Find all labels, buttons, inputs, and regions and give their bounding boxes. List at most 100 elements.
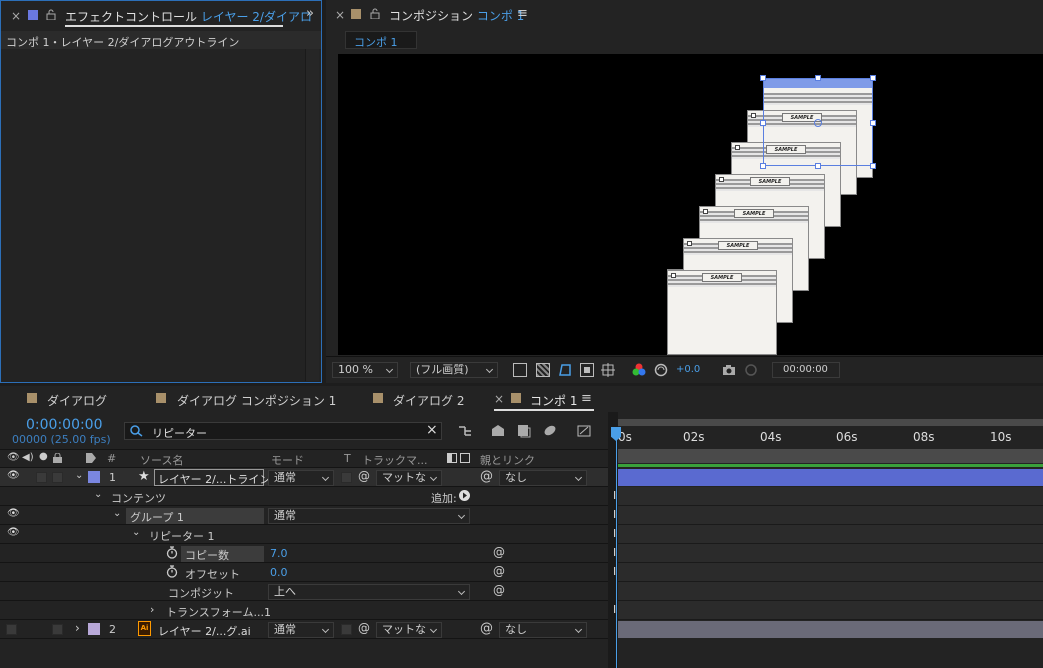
preserve-transparency[interactable] xyxy=(341,472,352,483)
lock-icon[interactable] xyxy=(46,9,56,20)
chevron-down-icon[interactable]: ⌄ xyxy=(75,470,83,481)
add-menu-icon[interactable] xyxy=(459,490,470,501)
lock-icon[interactable] xyxy=(53,453,62,463)
track-matte-dropdown[interactable]: マットな xyxy=(376,470,442,486)
lock-icon[interactable] xyxy=(370,8,380,19)
effect-panel-scrollbar[interactable] xyxy=(305,49,319,381)
solo-switch-icon[interactable]: ● xyxy=(39,451,48,462)
property-row[interactable] xyxy=(0,525,608,544)
tab-dialog[interactable]: ダイアログ xyxy=(47,392,107,409)
column-mode[interactable]: モード xyxy=(271,452,304,468)
search-input[interactable]: リピーター xyxy=(152,425,207,441)
video-switch-icon[interactable]: 👁 xyxy=(7,452,20,463)
transform-label[interactable]: トランスフォーム...1 xyxy=(166,604,271,620)
shy-layers-icon[interactable] xyxy=(516,423,532,438)
property-row[interactable] xyxy=(0,487,608,506)
chevron-down-icon[interactable]: ⌄ xyxy=(132,527,140,538)
quality-dropdown[interactable]: (フル画質) xyxy=(410,362,498,378)
layer-1-bar[interactable] xyxy=(618,469,1043,486)
transform-handle[interactable] xyxy=(760,75,766,81)
chevron-right-icon[interactable]: › xyxy=(75,621,80,635)
pick-whip-icon[interactable]: @ xyxy=(493,583,505,597)
transform-handle[interactable] xyxy=(870,120,876,126)
track-matte-dropdown[interactable]: マットな xyxy=(376,622,442,638)
column-track-matte[interactable]: トラックマ... xyxy=(362,452,428,468)
stopwatch-icon[interactable] xyxy=(166,546,178,559)
panel-menu-icon[interactable]: ≡ xyxy=(581,391,592,406)
comp-panel-title[interactable]: コンポジション コンポ 1 xyxy=(389,7,524,24)
parent-dropdown[interactable]: なし xyxy=(499,622,587,638)
solo-switch[interactable] xyxy=(52,624,63,635)
close-icon[interactable]: × xyxy=(11,9,21,23)
exposure-reset-icon[interactable] xyxy=(654,363,668,377)
pick-whip-icon[interactable]: @ xyxy=(493,545,505,559)
layer-label-color[interactable] xyxy=(88,471,100,483)
group-label[interactable]: グループ 1 xyxy=(130,509,184,525)
close-icon[interactable]: × xyxy=(335,8,345,22)
frame-blending-icon[interactable] xyxy=(542,423,558,438)
parent-dropdown[interactable]: なし xyxy=(499,470,587,486)
pick-whip-icon[interactable]: @ xyxy=(493,564,505,578)
pick-whip-icon[interactable]: @ xyxy=(480,621,493,636)
zoom-dropdown[interactable]: 100 % xyxy=(332,362,398,378)
column-source-name[interactable]: ソース名 xyxy=(140,452,183,468)
color-channels-icon[interactable] xyxy=(632,363,646,377)
transform-handle[interactable] xyxy=(815,75,821,81)
chevron-down-icon[interactable]: ⌄ xyxy=(94,489,102,500)
panel-menu-icon[interactable]: ≡ xyxy=(517,6,528,21)
transform-handle[interactable] xyxy=(815,163,821,169)
snapshot-camera-icon[interactable] xyxy=(722,364,736,376)
time-navigator[interactable] xyxy=(618,419,1043,426)
exposure-value[interactable]: +0.0 xyxy=(676,364,700,375)
chevron-down-icon[interactable]: ⌄ xyxy=(113,508,121,519)
panel-overflow-icon[interactable]: » xyxy=(306,6,314,21)
clear-search-icon[interactable]: × xyxy=(426,422,438,438)
column-t[interactable]: T xyxy=(344,452,351,465)
effect-panel-title[interactable]: エフェクトコントロール レイヤー 2/ダイアロ xyxy=(65,8,312,25)
transform-handle[interactable] xyxy=(870,163,876,169)
composite-dropdown[interactable]: 上へ xyxy=(268,584,470,600)
mode-dropdown[interactable]: 通常 xyxy=(268,622,334,638)
repeater-label[interactable]: リピーター 1 xyxy=(149,528,215,544)
mode-dropdown[interactable]: 通常 xyxy=(268,470,334,486)
audio-switch[interactable] xyxy=(36,472,47,483)
close-icon[interactable]: × xyxy=(494,392,504,406)
property-row[interactable] xyxy=(0,601,608,620)
video-switch[interactable] xyxy=(6,624,17,635)
tab-comp-1[interactable]: コンポ 1 xyxy=(530,392,577,409)
layer-label-color[interactable] xyxy=(88,623,100,635)
lock-switch[interactable] xyxy=(52,472,63,483)
tab-dialog-comp-1[interactable]: ダイアログ コンポジション 1 xyxy=(177,392,336,409)
transform-handle[interactable] xyxy=(760,120,766,126)
matte-link-icon[interactable]: @ xyxy=(358,469,370,483)
work-area-bar[interactable] xyxy=(618,449,1043,463)
current-timecode[interactable]: 0:00:00:00 xyxy=(26,417,103,433)
time-ruler[interactable] xyxy=(618,427,1043,449)
pick-whip-icon[interactable]: @ xyxy=(480,469,493,484)
fast-previews-icon[interactable] xyxy=(513,363,527,377)
comp-flowchart-icon[interactable] xyxy=(457,424,473,438)
copies-value[interactable]: 7.0 xyxy=(270,547,288,560)
motion-blur-icon[interactable] xyxy=(576,423,592,438)
transform-handle[interactable] xyxy=(760,163,766,169)
matte-link-icon[interactable]: @ xyxy=(358,621,370,635)
visibility-eye-icon[interactable]: 👁 xyxy=(7,508,20,519)
draft-3d-icon[interactable] xyxy=(490,423,506,438)
tab-dialog-2[interactable]: ダイアログ 2 xyxy=(393,392,464,409)
stopwatch-icon[interactable] xyxy=(166,565,178,578)
region-of-interest-icon[interactable] xyxy=(580,363,594,377)
label-tag-icon[interactable] xyxy=(85,452,97,464)
layer-name[interactable]: レイヤー 2/...グ.ai xyxy=(158,623,251,639)
property-row[interactable] xyxy=(0,563,608,582)
transform-handle[interactable] xyxy=(870,75,876,81)
audio-switch-icon[interactable]: ◀) xyxy=(22,452,34,463)
chevron-right-icon[interactable]: › xyxy=(150,603,154,616)
offset-value[interactable]: 0.0 xyxy=(270,566,288,579)
group-mode-dropdown[interactable]: 通常 xyxy=(268,508,470,524)
property-row[interactable] xyxy=(0,544,608,563)
anchor-point-icon[interactable] xyxy=(814,119,822,127)
transparency-grid-icon[interactable] xyxy=(536,363,550,377)
visibility-eye-icon[interactable]: 👁 xyxy=(7,470,20,481)
show-snapshot-icon[interactable] xyxy=(744,363,758,377)
column-parent-link[interactable]: 親とリンク xyxy=(480,452,535,468)
